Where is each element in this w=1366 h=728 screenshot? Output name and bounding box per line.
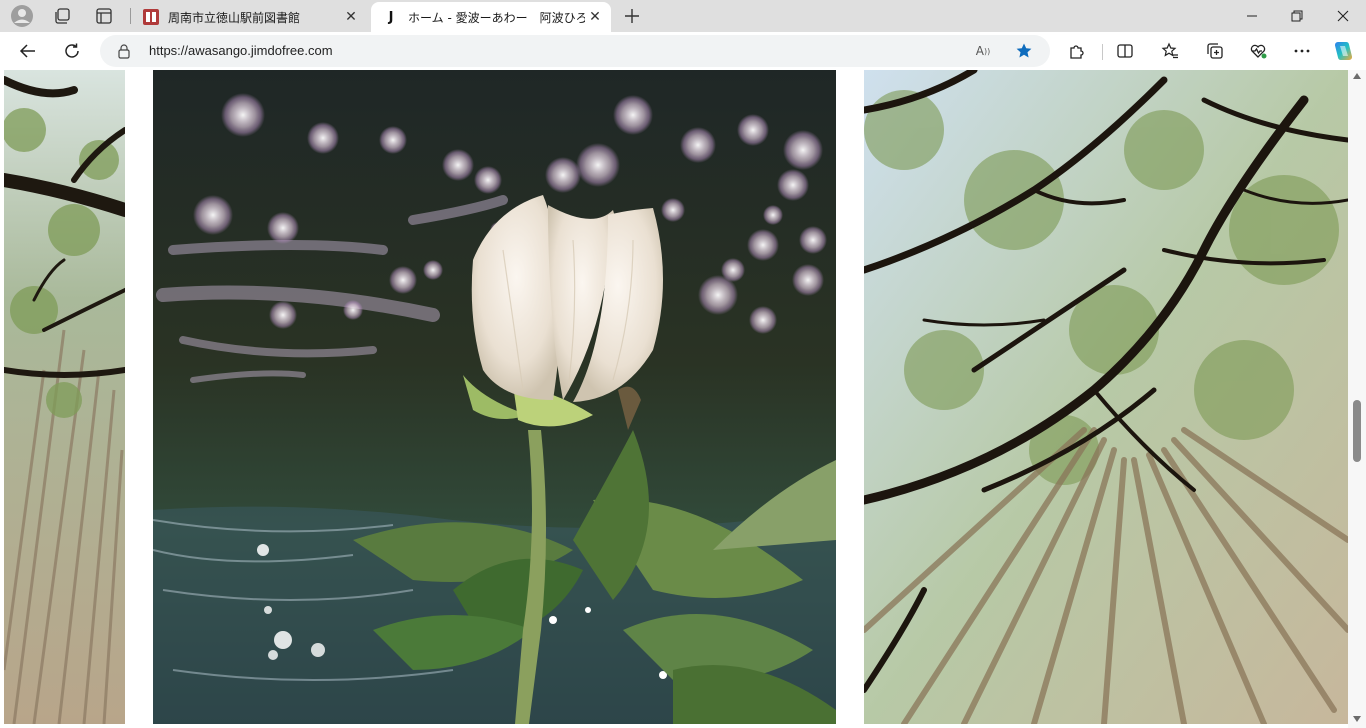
- refresh-icon[interactable]: [56, 35, 88, 67]
- favorites-icon[interactable]: [1154, 35, 1186, 67]
- scroll-up-icon[interactable]: [1352, 72, 1362, 80]
- favorite-star-icon[interactable]: [1013, 41, 1035, 61]
- workspaces-icon[interactable]: [48, 4, 76, 28]
- tab-awasango[interactable]: J ホーム - 愛波ーあわー 阿波ひろみ公 ✕: [371, 2, 611, 32]
- vertical-tabs-icon[interactable]: [90, 4, 118, 28]
- photo-forest-right[interactable]: [864, 70, 1348, 724]
- toolbar-separator: [1102, 44, 1103, 60]
- jimdo-favicon-icon: J: [388, 9, 394, 25]
- close-tab-icon[interactable]: ✕: [341, 7, 361, 27]
- close-window-icon[interactable]: [1320, 0, 1366, 32]
- vertical-scrollbar[interactable]: [1348, 70, 1366, 728]
- collections-icon[interactable]: [1199, 35, 1231, 67]
- more-icon[interactable]: [1286, 35, 1318, 67]
- tab-strip: 周南市立徳山駅前図書館 ✕ J ホーム - 愛波ーあわー 阿波ひろみ公 ✕: [0, 0, 1366, 32]
- browser-window: 周南市立徳山駅前図書館 ✕ J ホーム - 愛波ーあわー 阿波ひろみ公 ✕: [0, 0, 1366, 728]
- address-bar[interactable]: https://awasango.jimdofree.com A)): [100, 35, 1050, 67]
- page-content: [0, 70, 1366, 728]
- tab-library[interactable]: 周南市立徳山駅前図書館 ✕: [131, 2, 367, 32]
- url-text[interactable]: https://awasango.jimdofree.com: [149, 43, 333, 59]
- copilot-icon[interactable]: [1327, 35, 1359, 67]
- minimize-icon[interactable]: [1229, 0, 1275, 32]
- close-tab-icon[interactable]: ✕: [585, 7, 605, 27]
- restore-icon[interactable]: [1274, 0, 1320, 32]
- library-favicon-icon: [143, 9, 159, 25]
- heart-pulse-icon[interactable]: [1242, 35, 1274, 67]
- read-aloud-label: A: [975, 44, 984, 58]
- scroll-down-icon[interactable]: [1352, 715, 1362, 723]
- photo-forest-left[interactable]: [4, 70, 125, 724]
- navigation-toolbar: https://awasango.jimdofree.com A)): [0, 32, 1366, 70]
- avatar-icon[interactable]: [8, 4, 36, 28]
- scrollbar-thumb[interactable]: [1353, 400, 1361, 462]
- new-tab-icon[interactable]: [618, 4, 646, 28]
- tab-title: ホーム - 愛波ーあわー 阿波ひろみ公: [408, 10, 585, 25]
- lock-icon[interactable]: [116, 43, 132, 59]
- read-aloud-icon[interactable]: A)): [972, 41, 994, 61]
- puzzle-icon[interactable]: [1061, 35, 1093, 67]
- split-screen-icon[interactable]: [1109, 35, 1141, 67]
- back-arrow-icon[interactable]: [12, 35, 44, 67]
- tab-title: 周南市立徳山駅前図書館: [168, 10, 301, 25]
- photo-white-flower[interactable]: [153, 70, 836, 724]
